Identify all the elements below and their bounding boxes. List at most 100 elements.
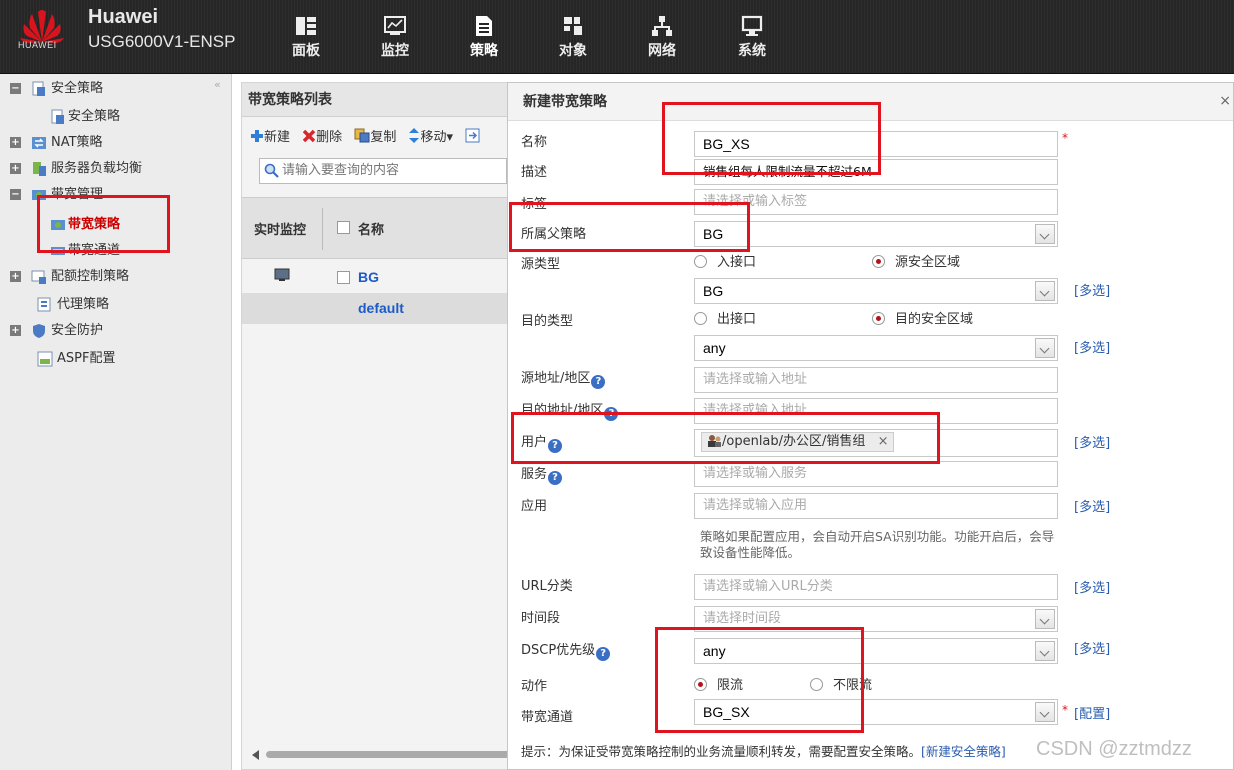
select-all-checkbox[interactable] bbox=[337, 221, 350, 234]
chevron-down-icon[interactable] bbox=[1035, 641, 1055, 661]
copy-button[interactable]: 复制 bbox=[354, 126, 396, 145]
source-zone-multi-select-link[interactable]: [多选] bbox=[1074, 280, 1110, 299]
dest-zone-multi-select-link[interactable]: [多选] bbox=[1074, 337, 1110, 356]
row-name[interactable]: BG bbox=[358, 269, 379, 285]
help-icon[interactable]: ? bbox=[596, 647, 611, 661]
chevron-down-icon[interactable] bbox=[1035, 281, 1055, 301]
sidebar-collapse-button[interactable]: « bbox=[214, 78, 221, 91]
radio-label: 出接口 bbox=[717, 312, 757, 327]
device-model: USG6000V1-ENSP bbox=[88, 32, 236, 51]
chevron-down-icon[interactable] bbox=[1035, 609, 1055, 629]
radio-button[interactable] bbox=[694, 312, 707, 325]
tab-system[interactable]: 系统 bbox=[727, 14, 777, 60]
new-security-policy-link[interactable]: [新建安全策略] bbox=[921, 744, 1006, 759]
scroll-left-icon[interactable] bbox=[252, 750, 260, 760]
url-category-multi-select-link[interactable]: [多选] bbox=[1074, 577, 1110, 596]
dest-zone-select[interactable]: any bbox=[694, 335, 1058, 361]
tab-label: 策略 bbox=[470, 43, 498, 59]
service-field[interactable]: 请选择或输入服务 bbox=[694, 461, 1058, 487]
sidebar-item-label: NAT策略 bbox=[51, 135, 103, 150]
brand-name: Huawei bbox=[88, 6, 159, 28]
sidebar-item-security-protection[interactable]: + 安全防护 bbox=[10, 320, 103, 342]
radio-button[interactable] bbox=[694, 255, 707, 268]
tab-label: 监控 bbox=[381, 43, 409, 59]
help-icon[interactable]: ? bbox=[548, 471, 563, 485]
radio-label: 入接口 bbox=[717, 255, 757, 270]
radio-label: 目的安全区域 bbox=[895, 312, 974, 327]
tab-label: 网络 bbox=[648, 43, 676, 59]
url-category-field[interactable]: 请选择或输入URL分类 bbox=[694, 574, 1058, 600]
application-field[interactable]: 请选择或输入应用 bbox=[694, 493, 1058, 519]
application-label: 应用 bbox=[521, 499, 548, 514]
list-toolbar: 新建 删除 复制 移动▾ bbox=[250, 126, 488, 145]
new-button[interactable]: 新建 bbox=[250, 126, 290, 145]
sidebar-item-label: 配额控制策略 bbox=[51, 269, 130, 284]
chevron-down-icon[interactable] bbox=[1035, 224, 1055, 244]
expand-icon[interactable]: + bbox=[10, 325, 21, 336]
application-multi-select-link[interactable]: [多选] bbox=[1074, 496, 1110, 515]
expand-icon[interactable]: + bbox=[10, 163, 21, 174]
horizontal-scrollbar[interactable] bbox=[266, 751, 512, 758]
sidebar-item-label: 服务器负载均衡 bbox=[51, 161, 143, 176]
help-icon[interactable]: ? bbox=[591, 375, 606, 389]
sidebar-item-aspf-config[interactable]: ASPF配置 bbox=[37, 348, 115, 370]
radio-outbound-interface[interactable]: 出接口 bbox=[694, 308, 756, 327]
tab-monitor[interactable]: 监控 bbox=[370, 14, 420, 60]
radio-button-selected[interactable] bbox=[872, 312, 885, 325]
highlight-bandwidth-policy bbox=[37, 195, 170, 253]
sidebar-item-security-policy-group[interactable]: − 安全策略 bbox=[10, 78, 103, 100]
footer-hint: 提示：为保证受带宽策略控制的业务流量顺利转发，需要配置安全策略。[新建安全策略] bbox=[521, 741, 1006, 760]
tab-network[interactable]: 网络 bbox=[637, 14, 687, 60]
dest-type-label: 目的类型 bbox=[521, 314, 574, 329]
row-checkbox[interactable] bbox=[337, 271, 350, 284]
delete-button[interactable]: 删除 bbox=[302, 126, 342, 145]
configure-channel-link[interactable]: [配置] bbox=[1074, 703, 1110, 722]
collapse-icon[interactable]: − bbox=[10, 83, 21, 94]
tab-dashboard[interactable]: 面板 bbox=[281, 14, 331, 60]
tab-object[interactable]: 对象 bbox=[548, 14, 598, 60]
table-row[interactable]: BG bbox=[242, 262, 510, 293]
sidebar-item-label: 安全策略 bbox=[51, 81, 104, 96]
dscp-text: DSCP优先级 bbox=[521, 643, 596, 658]
search-input[interactable]: 请输入要查询的内容 bbox=[259, 158, 507, 184]
service-text: 服务 bbox=[521, 467, 548, 482]
radio-source-zone[interactable]: 源安全区域 bbox=[872, 251, 960, 270]
source-zone-select[interactable]: BG bbox=[694, 278, 1058, 304]
monitor-icon bbox=[274, 268, 290, 281]
monitor-icon bbox=[384, 16, 406, 35]
nat-icon bbox=[32, 136, 46, 149]
url-category-label: URL分类 bbox=[521, 579, 573, 594]
row-name[interactable]: default bbox=[358, 300, 404, 316]
expand-icon[interactable]: + bbox=[10, 271, 21, 282]
move-button[interactable]: 移动▾ bbox=[408, 126, 453, 145]
dscp-multi-select-link[interactable]: [多选] bbox=[1074, 638, 1110, 657]
export-button[interactable] bbox=[465, 128, 480, 145]
chevron-down-icon[interactable] bbox=[1035, 702, 1055, 722]
source-zone-value: BG bbox=[703, 283, 724, 299]
collapse-icon[interactable]: − bbox=[10, 189, 21, 200]
table-row[interactable]: default bbox=[242, 293, 510, 324]
radio-dest-zone[interactable]: 目的安全区域 bbox=[872, 308, 973, 327]
sidebar-item-label: ASPF配置 bbox=[57, 351, 116, 366]
close-icon[interactable]: × bbox=[1219, 93, 1231, 109]
sidebar-item-proxy-policy[interactable]: 代理策略 bbox=[37, 294, 109, 316]
source-address-field[interactable]: 请选择或输入地址 bbox=[694, 367, 1058, 393]
policy-doc-icon bbox=[51, 109, 64, 124]
tab-policy[interactable]: 策略 bbox=[459, 14, 509, 60]
search-placeholder: 请输入要查询的内容 bbox=[282, 163, 400, 178]
sidebar-item-quota-control-policy[interactable]: + 配额控制策略 bbox=[10, 266, 129, 288]
chevron-down-icon[interactable] bbox=[1035, 338, 1055, 358]
top-bar: HUAWEI Huawei USG6000V1-ENSP 面板 监控 策略 对象… bbox=[0, 0, 1234, 74]
dashboard-icon bbox=[296, 17, 316, 35]
sidebar-item-nat-policy[interactable]: + NAT策略 bbox=[10, 132, 103, 154]
new-label: 新建 bbox=[264, 130, 291, 145]
copy-label: 复制 bbox=[370, 130, 397, 145]
expand-icon[interactable]: + bbox=[10, 137, 21, 148]
copy-icon bbox=[354, 128, 370, 143]
user-multi-select-link[interactable]: [多选] bbox=[1074, 432, 1110, 451]
sidebar-item-security-policy[interactable]: 安全策略 bbox=[50, 106, 120, 128]
sidebar-item-server-load-balancing[interactable]: + 服务器负载均衡 bbox=[10, 158, 142, 180]
sidebar-tree: « − 安全策略 安全策略 + NAT策略 + 服务器负载均衡 − 带宽管理 带宽策略 … bbox=[0, 74, 232, 770]
radio-inbound-interface[interactable]: 入接口 bbox=[694, 251, 756, 270]
radio-button-selected[interactable] bbox=[872, 255, 885, 268]
